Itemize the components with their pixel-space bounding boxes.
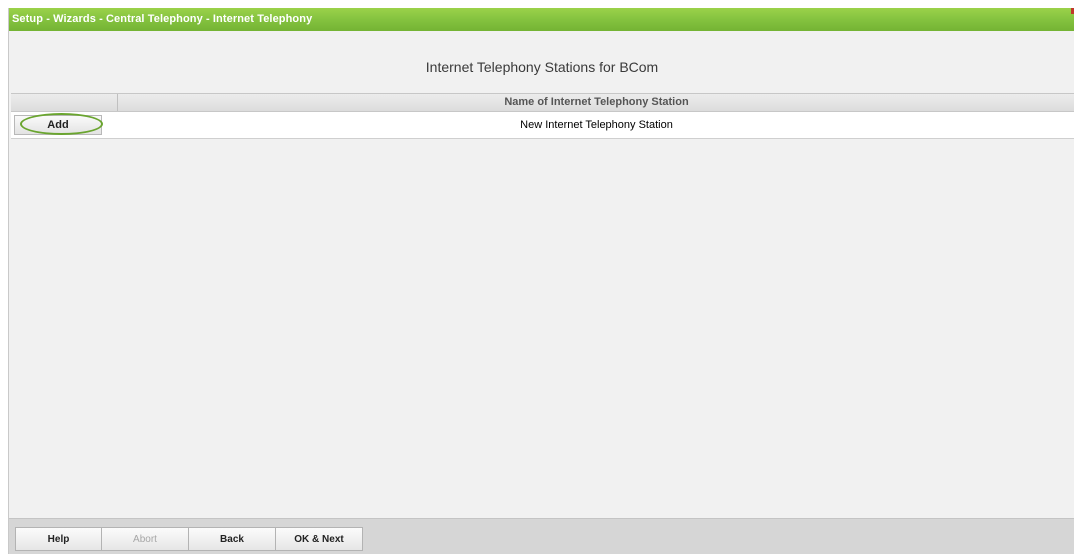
- station-name-cell: New Internet Telephony Station: [520, 119, 673, 131]
- breadcrumb: Setup - Wizards - Central Telephony - In…: [12, 13, 313, 25]
- footer-button-group: Help Abort Back OK & Next: [15, 527, 363, 551]
- back-button[interactable]: Back: [189, 527, 276, 551]
- table-header: Name of Internet Telephony Station: [11, 93, 1074, 112]
- column-header-action: [11, 94, 118, 111]
- breadcrumb-bar: Setup - Wizards - Central Telephony - In…: [9, 8, 1074, 31]
- column-header-station-name: Name of Internet Telephony Station: [504, 96, 689, 108]
- page-title: Internet Telephony Stations for BCom: [425, 59, 659, 75]
- abort-button[interactable]: Abort: [102, 527, 189, 551]
- table-row: Add New Internet Telephony Station: [11, 112, 1074, 139]
- wizard-frame: Setup - Wizards - Central Telephony - In…: [8, 8, 1074, 554]
- help-button[interactable]: Help: [15, 527, 102, 551]
- row-action-cell: Add: [11, 112, 118, 138]
- ok-next-button[interactable]: OK & Next: [276, 527, 363, 551]
- footer-bar: Help Abort Back OK & Next: [9, 518, 1074, 554]
- add-button[interactable]: Add: [14, 115, 102, 135]
- left-gutter: [0, 0, 8, 554]
- stations-table: Name of Internet Telephony Station Add N…: [11, 93, 1074, 139]
